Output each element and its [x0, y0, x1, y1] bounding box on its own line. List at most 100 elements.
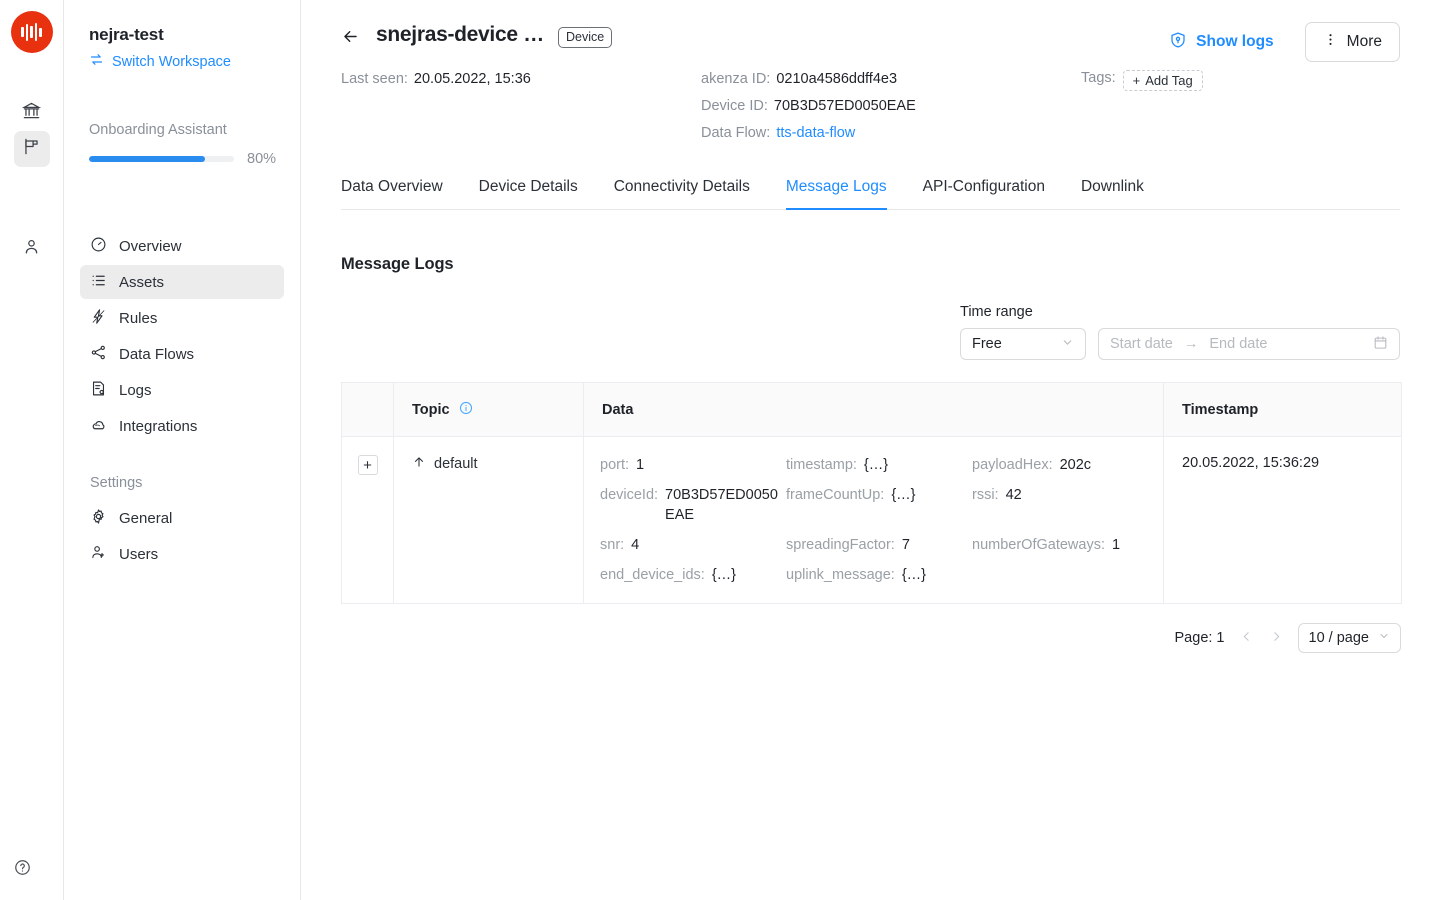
dots-vertical-icon — [1323, 32, 1338, 52]
tab-data-overview[interactable]: Data Overview — [341, 178, 443, 209]
column-expand — [342, 383, 394, 437]
field-key: snr: — [600, 535, 624, 555]
meta-last-seen: Last seen: 20.05.2022, 15:36 — [341, 70, 701, 89]
time-range-label: Time range — [960, 304, 1400, 320]
field-key: spreadingFactor: — [786, 535, 895, 555]
calendar-icon[interactable] — [1373, 335, 1388, 354]
gauge-icon — [90, 236, 107, 257]
switch-workspace-link[interactable]: Switch Workspace — [89, 52, 284, 71]
arrow-left-icon[interactable] — [341, 27, 360, 51]
device-meta: Last seen: 20.05.2022, 15:36 akenza ID: … — [341, 70, 1400, 151]
sidebar-label: Logs — [119, 382, 152, 399]
meta-value: 70B3D57ED0050EAE — [774, 97, 916, 116]
meta-value: 20.05.2022, 15:36 — [414, 70, 531, 89]
chevron-down-icon — [1378, 630, 1390, 646]
field-value: 1 — [636, 455, 644, 475]
field-key: numberOfGateways: — [972, 535, 1105, 555]
main-panel: snejras-device … Device Show logs — [301, 0, 1440, 900]
data-field: end_device_ids:{…} — [600, 565, 786, 585]
field-value: {…} — [891, 485, 915, 525]
tab-message-logs[interactable]: Message Logs — [786, 178, 887, 209]
meta-tags: Tags: + Add Tag — [1081, 70, 1203, 151]
meta-device-id: Device ID: 70B3D57ED0050EAE — [701, 97, 1061, 116]
info-circle-icon[interactable] — [459, 403, 473, 419]
meta-data-flow: Data Flow: tts-data-flow — [701, 124, 1061, 143]
arrow-up-icon — [412, 455, 426, 473]
row-data-cell: port:1 timestamp:{…} payloadHex:202c dev… — [584, 437, 1164, 604]
tab-device-details[interactable]: Device Details — [479, 178, 578, 209]
sidebar-item-assets[interactable]: Assets — [80, 265, 284, 299]
more-button[interactable]: More — [1305, 22, 1400, 62]
field-value: {…} — [864, 455, 888, 475]
plus-icon: + — [1133, 73, 1141, 88]
data-flow-link[interactable]: tts-data-flow — [776, 124, 855, 143]
column-data: Data — [584, 383, 1164, 437]
meta-column-left: Last seen: 20.05.2022, 15:36 — [341, 70, 701, 151]
sidebar-label: Assets — [119, 274, 164, 291]
rail-item-flag[interactable] — [14, 131, 50, 167]
end-date-input[interactable]: End date — [1209, 336, 1267, 352]
header-actions: Show logs More — [1169, 22, 1400, 62]
user-icon — [22, 237, 41, 261]
tab-connectivity-details[interactable]: Connectivity Details — [614, 178, 750, 209]
akenza-logo[interactable] — [11, 11, 53, 53]
sidebar-item-logs[interactable]: Logs — [80, 373, 284, 407]
progress-bar-fill — [89, 156, 205, 162]
switch-icon — [89, 52, 104, 71]
sidebar-item-users[interactable]: Users — [80, 537, 284, 571]
sidebar-item-integrations[interactable]: Integrations — [80, 409, 284, 443]
field-key: payloadHex: — [972, 455, 1053, 475]
tags-key: Tags: — [1081, 70, 1116, 86]
field-value: 42 — [1006, 485, 1022, 525]
help-circle-icon[interactable] — [14, 859, 31, 881]
sidebar-label: General — [119, 510, 172, 527]
organization-icon — [22, 101, 41, 125]
show-logs-button[interactable]: Show logs — [1169, 31, 1274, 54]
workspace-title: nejra-test — [89, 25, 284, 45]
more-label: More — [1347, 33, 1382, 51]
data-field-grid: port:1 timestamp:{…} payloadHex:202c dev… — [600, 455, 1145, 585]
rail-item-user[interactable] — [14, 231, 50, 267]
data-field: uplink_message:{…} — [786, 565, 972, 585]
per-page-select[interactable]: 10 / page — [1298, 623, 1401, 653]
table-head: Topic Data Timestamp — [342, 383, 1402, 437]
per-page-value: 10 / page — [1309, 630, 1369, 646]
data-field: timestamp:{…} — [786, 455, 972, 475]
meta-column-middle: akenza ID: 0210a4586ddff4e3 Device ID: 7… — [701, 70, 1061, 151]
chevron-left-icon[interactable] — [1238, 630, 1255, 647]
date-range-picker[interactable]: Start date → End date — [1098, 328, 1400, 360]
sidebar-item-overview[interactable]: Overview — [80, 229, 284, 263]
field-key: deviceId: — [600, 485, 658, 525]
sidebar-item-data-flows[interactable]: Data Flows — [80, 337, 284, 371]
sidebar-item-rules[interactable]: Rules — [80, 301, 284, 335]
sidebar-item-general[interactable]: General — [80, 501, 284, 535]
sidebar-nav: Overview Assets — [80, 229, 284, 571]
time-range-filter: Time range Free Start date → End date — [960, 304, 1400, 360]
time-range-select[interactable]: Free — [960, 328, 1086, 360]
bolt-icon — [90, 308, 107, 329]
tab-api-configuration[interactable]: API-Configuration — [923, 178, 1045, 209]
chevron-down-icon — [1061, 336, 1074, 353]
field-key: uplink_message: — [786, 565, 895, 585]
cloud-icon — [90, 416, 107, 437]
tab-downlink[interactable]: Downlink — [1081, 178, 1144, 209]
start-date-input[interactable]: Start date — [1110, 336, 1173, 352]
sidebar-label: Users — [119, 546, 158, 563]
rail-item-organization[interactable] — [14, 95, 50, 131]
table-body: + default — [342, 437, 1402, 604]
field-key: frameCountUp: — [786, 485, 884, 525]
chevron-right-icon[interactable] — [1268, 630, 1285, 647]
add-tag-button[interactable]: + Add Tag — [1123, 70, 1203, 91]
sidebar-label: Integrations — [119, 418, 197, 435]
document-icon — [90, 380, 107, 401]
field-value: 70B3D57ED0050EAE — [665, 485, 786, 525]
meta-key: Device ID: — [701, 97, 768, 116]
topic-wrap: default — [412, 455, 565, 473]
data-field: payloadHex:202c — [972, 455, 1162, 475]
data-field — [972, 565, 1162, 585]
expand-row-button[interactable]: + — [358, 455, 378, 475]
field-value: {…} — [712, 565, 736, 585]
flag-icon — [22, 137, 41, 161]
column-topic: Topic — [394, 383, 584, 437]
list-icon — [90, 272, 107, 293]
